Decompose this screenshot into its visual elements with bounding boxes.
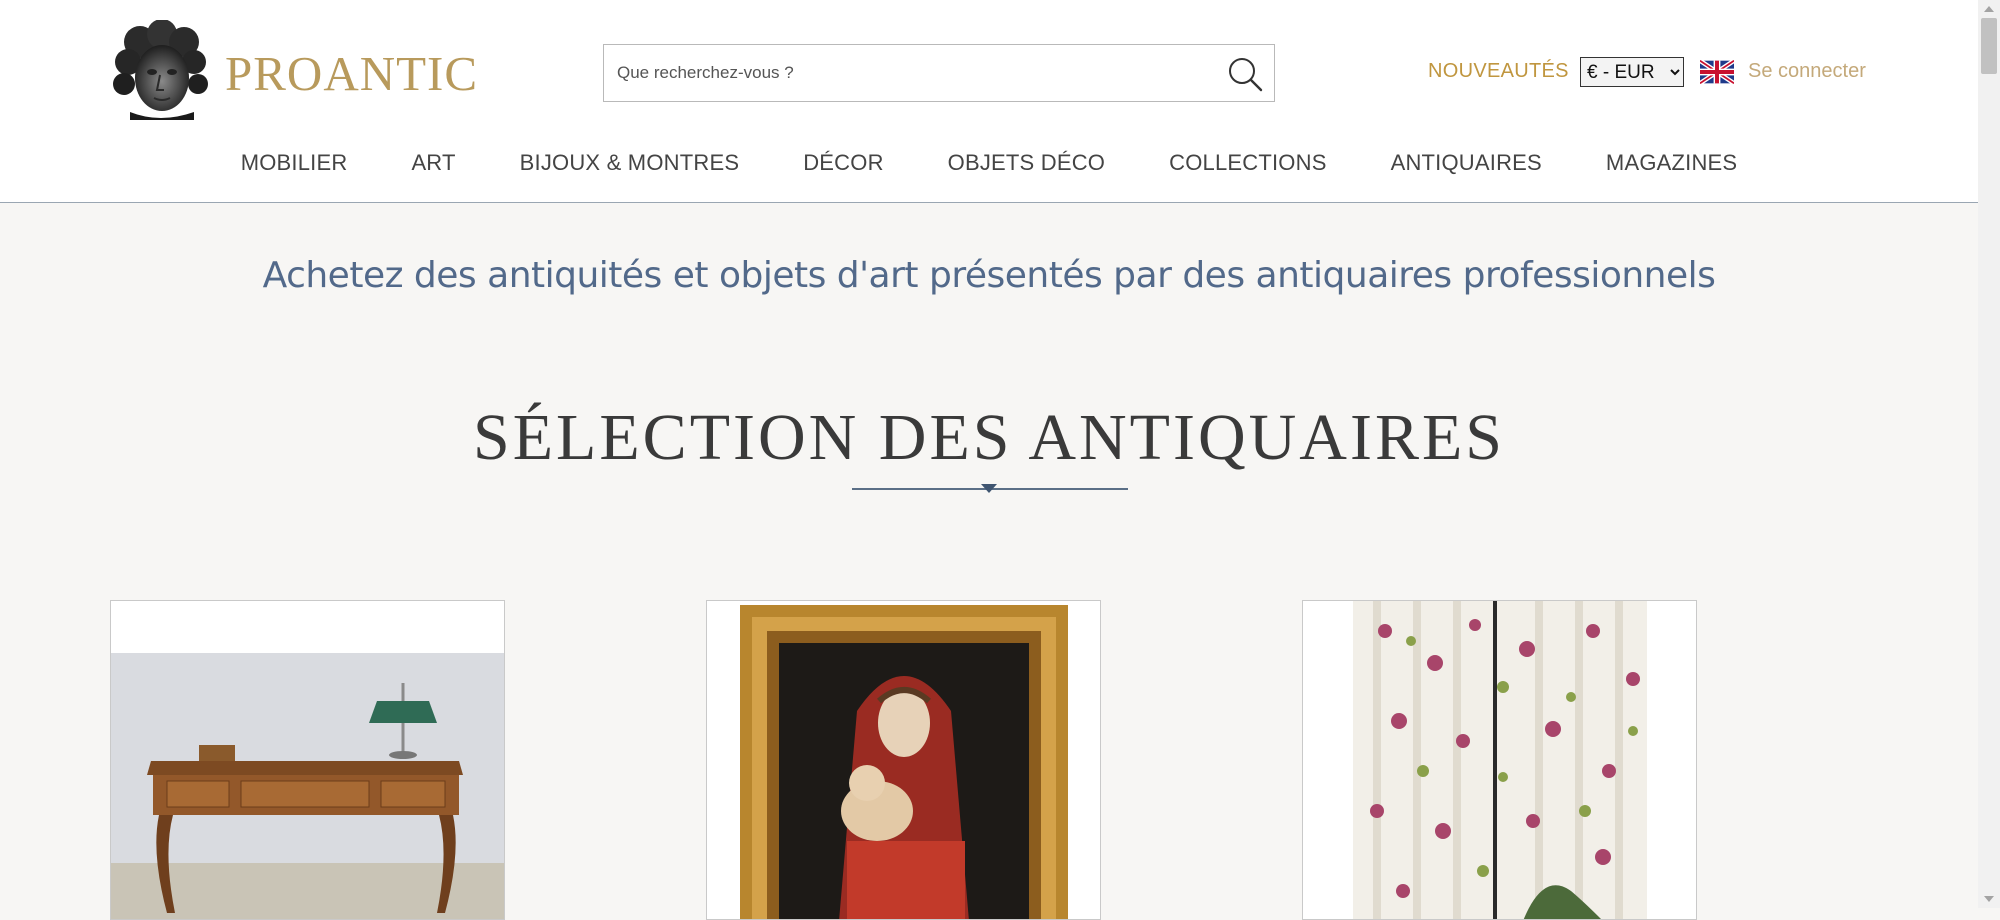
search-box	[603, 44, 1275, 102]
nav-item-collections[interactable]: COLLECTIONS	[1169, 148, 1326, 178]
product-card-curtains[interactable]	[1302, 600, 1697, 920]
section-title: SÉLECTION DES ANTIQUAIRES	[473, 401, 1505, 474]
nav-item-magazines[interactable]: MAGAZINES	[1606, 148, 1737, 178]
scroll-up-arrow-icon[interactable]	[1984, 6, 1994, 12]
search-icon[interactable]	[1224, 53, 1266, 95]
divider-arrow-icon	[981, 484, 997, 493]
brand-name[interactable]: PROANTIC	[225, 44, 478, 104]
main-nav: MOBILIER ART BIJOUX & MONTRES DÉCOR OBJE…	[0, 148, 1978, 178]
uk-flag-icon[interactable]	[1700, 60, 1734, 84]
nav-item-antiquaires[interactable]: ANTIQUAIRES	[1391, 148, 1542, 178]
nav-item-bijoux-montres[interactable]: BIJOUX & MONTRES	[520, 148, 740, 178]
product-card-painting[interactable]	[706, 600, 1101, 920]
site-header: PROANTIC NOUVEAUTÉS € - EUR Se connecter…	[0, 0, 1978, 203]
page-scrollbar[interactable]	[1978, 0, 2000, 908]
classical-head-logo[interactable]	[110, 20, 210, 122]
scroll-down-arrow-icon[interactable]	[1984, 896, 1994, 902]
tagline: Achetez des antiquités et objets d'art p…	[262, 255, 1716, 296]
nav-item-art[interactable]: ART	[411, 148, 455, 178]
product-image-curtains[interactable]	[1303, 601, 1697, 920]
nav-item-mobilier[interactable]: MOBILIER	[241, 148, 348, 178]
product-image-desk[interactable]	[111, 653, 505, 920]
login-link[interactable]: Se connecter	[1748, 60, 1866, 83]
product-card-desk[interactable]	[110, 600, 505, 920]
scroll-thumb[interactable]	[1981, 18, 1997, 74]
search-input[interactable]	[604, 45, 1217, 101]
nouveautes-link[interactable]: NOUVEAUTÉS	[1428, 60, 1569, 83]
nav-item-objets-deco[interactable]: OBJETS DÉCO	[948, 148, 1105, 178]
nav-item-decor[interactable]: DÉCOR	[803, 148, 883, 178]
product-image-painting[interactable]	[707, 601, 1101, 920]
currency-select[interactable]: € - EUR	[1580, 57, 1684, 87]
